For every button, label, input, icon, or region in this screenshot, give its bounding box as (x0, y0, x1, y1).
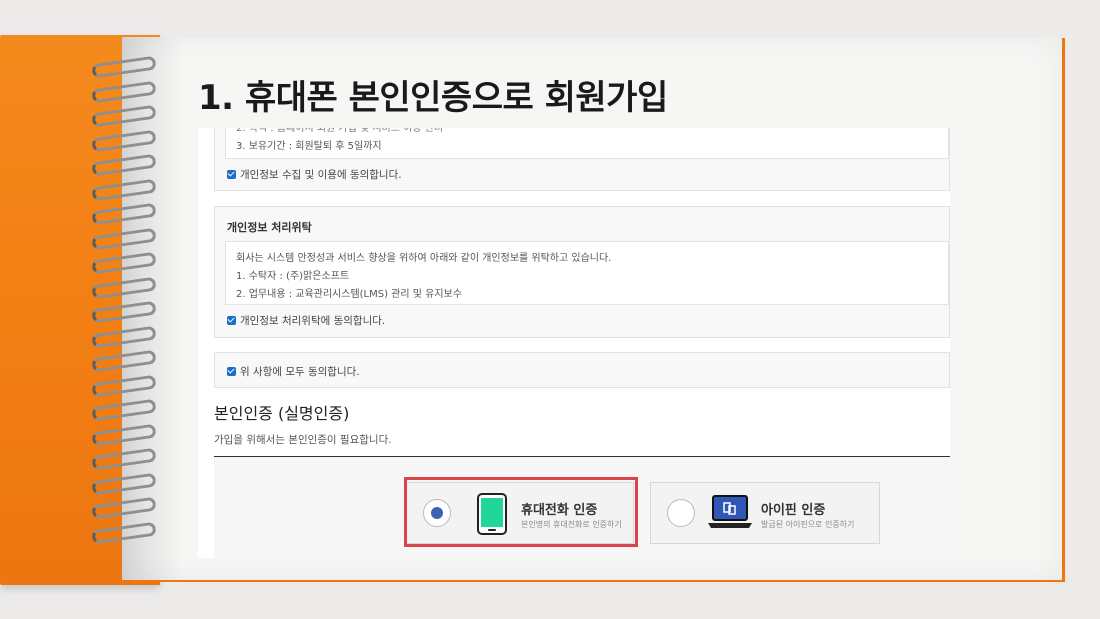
spiral-ring (91, 472, 157, 495)
privacy-collect-line: 3. 보유기간 : 회원탈퇴 후 5일까지 (236, 141, 382, 152)
ipin-radio[interactable] (667, 499, 695, 527)
spiral-ring (91, 423, 157, 446)
spiral-binding (91, 55, 162, 560)
spiral-ring (91, 129, 157, 152)
checkbox-checked[interactable] (227, 316, 236, 325)
privacy-collect-text[interactable]: 2. 목적 : 홈페이지 회원 가입 및 서비스 이용 관리 3. 보유기간 :… (225, 128, 949, 159)
spiral-ring (91, 202, 157, 226)
spiral-ring (91, 153, 157, 177)
spiral-ring (91, 80, 157, 103)
spiral-ring (91, 251, 157, 275)
spiral-ring (91, 398, 157, 422)
privacy-outsourcing-text[interactable]: 회사는 시스템 안정성과 서비스 향상을 위하여 아래와 같이 개인정보를 위탁… (225, 241, 949, 305)
spiral-ring (91, 521, 157, 544)
ipin-option-label: 아이핀 인증 (761, 503, 826, 518)
spiral-ring (91, 349, 157, 373)
ipin-option-desc: 발급된 아이핀으로 인증하기 (761, 520, 855, 529)
privacy-outsourcing-line: 1. 수탁자 : (주)맑은소프트 (236, 271, 350, 282)
spiral-ring (91, 496, 157, 520)
privacy-collect-agree[interactable]: 개인정보 수집 및 이용에 동의합니다. (227, 167, 402, 182)
ipin-verification-option[interactable]: 아이핀 인증 발급된 아이핀으로 인증하기 (650, 482, 880, 544)
checkbox-checked[interactable] (227, 367, 236, 376)
spiral-ring (91, 227, 157, 250)
spiral-ring (91, 325, 157, 348)
highlight-box (404, 477, 638, 547)
privacy-outsourcing-title: 개인정보 처리위탁 (227, 221, 312, 234)
agree-all-row[interactable]: 위 사항에 모두 동의합니다. (227, 364, 360, 379)
spiral-ring (91, 300, 157, 324)
laptop-icon (708, 495, 752, 528)
privacy-outsourcing-line: 2. 업무내용 : 교육관리시스템(LMS) 관리 및 유지보수 (236, 289, 462, 300)
slide-title: 1. 휴대폰 본인인증으로 회원가입 (198, 78, 668, 118)
spiral-ring (91, 276, 157, 299)
privacy-collect-line: 2. 목적 : 홈페이지 회원 가입 및 서비스 이용 관리 (236, 128, 444, 134)
privacy-outsourcing-agree-label: 개인정보 처리위탁에 동의합니다. (240, 315, 386, 327)
spiral-ring (91, 447, 157, 471)
privacy-outsourcing-line: 회사는 시스템 안정성과 서비스 향상을 위하여 아래와 같이 개인정보를 위탁… (236, 253, 612, 264)
spiral-ring (91, 374, 157, 397)
privacy-outsourcing-agree[interactable]: 개인정보 처리위탁에 동의합니다. (227, 313, 385, 328)
privacy-outsourcing-box: 개인정보 처리위탁 회사는 시스템 안정성과 서비스 향상을 위하여 아래와 같… (214, 206, 950, 338)
verification-title: 본인인증 (실명인증) (214, 404, 350, 423)
spiral-ring (91, 178, 157, 201)
agree-all-label: 위 사항에 모두 동의합니다. (240, 366, 360, 378)
spiral-ring (91, 104, 157, 128)
spiral-ring (91, 55, 157, 79)
verification-subtitle: 가입을 위해서는 본인인증이 필요합니다. (214, 434, 392, 446)
privacy-collect-box: 2. 목적 : 홈페이지 회원 가입 및 서비스 이용 관리 3. 보유기간 :… (214, 128, 950, 191)
agree-all-box: 위 사항에 모두 동의합니다. (214, 352, 950, 388)
checkbox-checked[interactable] (227, 170, 236, 179)
privacy-collect-agree-label: 개인정보 수집 및 이용에 동의합니다. (240, 169, 402, 181)
